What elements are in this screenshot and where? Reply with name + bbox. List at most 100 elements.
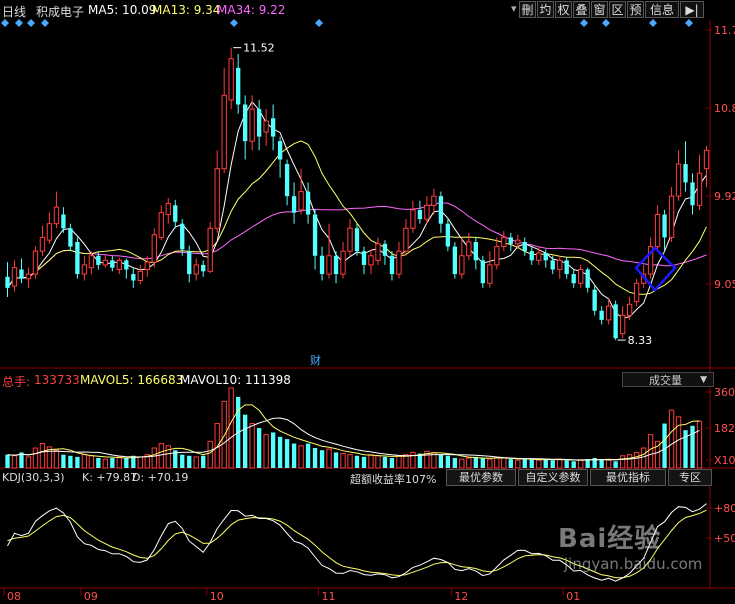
- candle-62: [438, 191, 444, 233]
- optimal-indicator-button[interactable]: 最优指标: [590, 469, 666, 486]
- candle-body-45: [319, 255, 325, 275]
- volume-bar-88: [619, 455, 626, 469]
- indicator-select[interactable]: 成交量 ▼: [622, 372, 714, 387]
- candle-23: [165, 198, 171, 224]
- candle-body-73: [515, 239, 521, 245]
- tool-button-3[interactable]: 权: [555, 1, 572, 18]
- volume-bar-35: [249, 423, 255, 469]
- volume-bar-38: [270, 432, 276, 468]
- tool-button-1[interactable]: 刪: [519, 1, 536, 18]
- candle-60: [424, 196, 430, 224]
- candle-36: [256, 99, 262, 151]
- volume-bar-73: [515, 459, 521, 469]
- candle-16: [116, 257, 123, 275]
- candle-46: [326, 223, 332, 279]
- volume-bar-94: [662, 423, 667, 468]
- volume-bar-36: [256, 428, 262, 468]
- volume-bar-86: [605, 459, 612, 469]
- volume-bar-62: [438, 454, 444, 468]
- event-marker-0: [1, 19, 9, 27]
- event-markers: [1, 19, 693, 27]
- volume-bar-81: [571, 461, 576, 468]
- candle-body-75: [529, 251, 534, 261]
- candle-96: [675, 150, 682, 201]
- candle-100: [703, 145, 710, 187]
- candle-body-31: [221, 94, 227, 170]
- candle-body-77: [543, 253, 548, 261]
- watermark-url: jingyan.baidu.com: [564, 555, 703, 573]
- tool-button-4[interactable]: 叠: [573, 1, 590, 18]
- candle-31: [221, 67, 227, 174]
- custom-params-button[interactable]: 自定义参数: [518, 469, 588, 486]
- candle-58: [410, 200, 416, 233]
- volume-bar-85: [599, 459, 604, 468]
- volume-bar-39: [277, 436, 283, 468]
- candle-body-7: [53, 206, 60, 225]
- tool-button-6[interactable]: 区: [609, 1, 626, 18]
- next-icon[interactable]: ▶|: [680, 1, 704, 18]
- candle-15: [110, 255, 115, 272]
- volume-bars: [5, 387, 703, 469]
- candle-body-18: [131, 274, 136, 281]
- candle-27: [193, 258, 199, 281]
- volume-bar-32: [228, 387, 234, 469]
- candle-body-36: [256, 109, 262, 137]
- candle-7: [53, 191, 60, 229]
- candle-body-35: [249, 108, 255, 142]
- candle-body-15: [110, 260, 115, 268]
- candle-45: [319, 246, 325, 281]
- candle-44: [312, 209, 318, 270]
- candle-body-22: [158, 212, 164, 238]
- period-label[interactable]: 日线: [2, 3, 26, 20]
- candle-body-83: [585, 269, 590, 288]
- tool-button-5[interactable]: 窗: [591, 1, 608, 18]
- candle-body-71: [501, 236, 507, 248]
- candle-body-38: [270, 118, 276, 137]
- volume-bar-48: [340, 453, 346, 469]
- volume-bar-14: [102, 458, 109, 469]
- candle-52: [368, 249, 374, 275]
- candle-80: [564, 256, 569, 279]
- candle-body-81: [571, 274, 576, 284]
- volume-bar-1: [11, 455, 18, 469]
- candle-body-32: [228, 58, 234, 101]
- tool-button-2[interactable]: 圴: [537, 1, 554, 18]
- candle-body-70: [494, 246, 500, 266]
- candle-body-17: [124, 260, 129, 270]
- candle-71: [501, 231, 507, 252]
- price-tick-0: 11.7: [714, 24, 735, 37]
- volume-bar-49: [347, 454, 353, 469]
- candle-body-60: [424, 204, 430, 220]
- candle-64: [452, 242, 458, 279]
- volume-bar-74: [522, 459, 527, 468]
- header-menu-arrow[interactable]: ▾: [511, 2, 517, 15]
- candle-body-58: [410, 209, 416, 229]
- optimal-params-button[interactable]: 最优参数: [446, 469, 516, 486]
- chart-frame: [0, 20, 735, 590]
- candle-body-87: [613, 304, 618, 339]
- candle-body-72: [508, 237, 513, 244]
- zone-button[interactable]: 专区: [668, 469, 712, 486]
- event-marker-7: [602, 19, 610, 27]
- info-button[interactable]: 信息: [645, 1, 679, 18]
- candle-50: [354, 223, 360, 256]
- candle-body-33: [236, 67, 241, 105]
- volume-bar-21: [151, 447, 157, 469]
- candle-39: [277, 136, 283, 178]
- tool-button-7[interactable]: 预: [627, 1, 644, 18]
- candle-81: [571, 269, 576, 288]
- candle-75: [529, 246, 534, 265]
- volume-bar-64: [452, 458, 458, 468]
- candle-body-86: [605, 305, 612, 321]
- candle-body-41: [291, 196, 297, 213]
- candle-body-56: [396, 250, 402, 275]
- candle-body-20: [144, 261, 150, 270]
- volume-bar-31: [221, 400, 227, 469]
- volume-bar-71: [501, 457, 507, 469]
- candle-body-12: [88, 255, 95, 269]
- candle-0: [5, 262, 10, 297]
- candle-99: [696, 154, 703, 210]
- candle-body-59: [417, 209, 423, 220]
- candle-22: [158, 205, 164, 241]
- event-marker-5: [315, 19, 323, 27]
